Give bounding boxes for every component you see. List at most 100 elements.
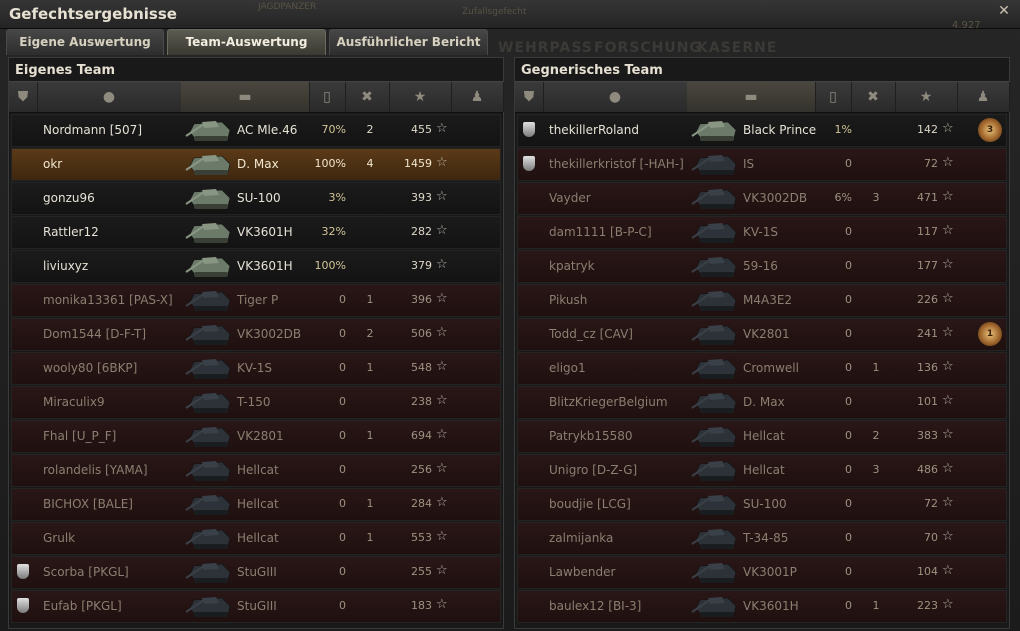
player-row[interactable]: gonzu96 SU-100 3% 393 ☆: [11, 182, 501, 215]
player-row[interactable]: thekillerRoland Black Prince 1% 142 ☆ 3: [517, 114, 1007, 147]
player-row[interactable]: BICHOX [BALE] Hellcat 0 1 284 ☆: [11, 488, 501, 521]
player-name[interactable]: Dom1544 [D-F-T]: [43, 327, 146, 341]
player-name[interactable]: BlitzKriegerBelgium: [549, 395, 668, 409]
player-name[interactable]: baulex12 [BI-3]: [549, 599, 641, 613]
player-row[interactable]: wooly80 [6BKP] KV-1S 0 1 548 ☆: [11, 352, 501, 385]
player-column-header[interactable]: ●player-icon: [37, 82, 182, 112]
damage-value: 0: [339, 327, 346, 340]
xp-star-icon: ☆: [436, 257, 448, 272]
player-row[interactable]: Fhal [U_P_F] VK2801 0 1 694 ☆: [11, 420, 501, 453]
tab-ausfuehrlicher-bericht[interactable]: Ausführlicher Bericht: [329, 29, 488, 55]
tab-team-auswertung[interactable]: Team-Auswertung: [167, 29, 326, 55]
player-row[interactable]: eligo1 Cromwell 0 1 136 ☆: [517, 352, 1007, 385]
player-row[interactable]: Patrykb15580 Hellcat 0 2 383 ☆: [517, 420, 1007, 453]
xp-value: 223: [917, 599, 938, 612]
player-name[interactable]: Pikush: [549, 293, 587, 307]
close-icon[interactable]: ✕: [998, 3, 1010, 19]
player-name[interactable]: thekillerRoland: [549, 123, 639, 137]
xp-value: 256: [411, 463, 432, 476]
xp-column-header[interactable]: ★xp-icon: [895, 82, 958, 112]
player-row[interactable]: Pikush M4A3E2 0 226 ☆: [517, 284, 1007, 317]
background-nav-wehrpass: WEHRPASS: [498, 40, 593, 56]
player-row[interactable]: Vayder VK3002DB 6% 3 471 ☆: [517, 182, 1007, 215]
player-name[interactable]: Grulk: [43, 531, 75, 545]
medal-column-header[interactable]: ♟medal-icon: [957, 82, 1010, 112]
kills-column-header[interactable]: ✖kills-icon: [345, 82, 390, 112]
damage-value: 0: [845, 395, 852, 408]
close-button[interactable]: ✕: [996, 3, 1012, 19]
tank-name: StuGIII: [237, 565, 277, 579]
battle-results-window: Gefechtsergebnisse JAGDPANZER Zufallsgef…: [0, 0, 1020, 631]
player-row[interactable]: Todd_cz [CAV] VK2801 0 241 ☆ 1: [517, 318, 1007, 351]
player-name[interactable]: BICHOX [BALE]: [43, 497, 133, 511]
player-row[interactable]: Lawbender VK3001P 0 104 ☆: [517, 556, 1007, 589]
player-name[interactable]: Unigro [D-Z-G]: [549, 463, 637, 477]
player-row[interactable]: Rattler12 VK3601H 32% 282 ☆: [11, 216, 501, 249]
medal-icon[interactable]: 3: [978, 118, 1002, 142]
kills-column-header[interactable]: ✖kills-icon: [851, 82, 896, 112]
player-row[interactable]: Nordmann [507] AC Mle.46 70% 2 455 ☆: [11, 114, 501, 147]
player-name[interactable]: Lawbender: [549, 565, 615, 579]
player-row[interactable]: baulex12 [BI-3] VK3601H 0 1 223 ☆: [517, 590, 1007, 623]
tank-name: VK3601H: [237, 225, 293, 239]
tank-icon-glyph: ▬: [744, 89, 758, 105]
player-name[interactable]: zalmijanka: [549, 531, 613, 545]
player-name[interactable]: Miraculix9: [43, 395, 105, 409]
player-name[interactable]: okr: [43, 157, 62, 171]
player-name[interactable]: Vayder: [549, 191, 591, 205]
player-row[interactable]: Grulk Hellcat 0 1 553 ☆: [11, 522, 501, 555]
xp-value: 1459: [404, 157, 432, 170]
player-column-header[interactable]: ●player-icon: [543, 82, 688, 112]
damage-column-header[interactable]: ▯damage-icon: [309, 82, 346, 112]
player-row[interactable]: kpatryk 59-16 0 177 ☆: [517, 250, 1007, 283]
player-name[interactable]: Scorba [PKGL]: [43, 565, 129, 579]
player-row[interactable]: liviuxyz VK3601H 100% 379 ☆: [11, 250, 501, 283]
player-name[interactable]: gonzu96: [43, 191, 95, 205]
medal-icon[interactable]: 1: [978, 322, 1002, 346]
player-row[interactable]: rolandelis [YAMA] Hellcat 0 256 ☆: [11, 454, 501, 487]
player-row[interactable]: dam1111 [B-P-C] KV-1S 0 117 ☆: [517, 216, 1007, 249]
player-name[interactable]: Todd_cz [CAV]: [549, 327, 633, 341]
player-name[interactable]: eligo1: [549, 361, 586, 375]
player-name[interactable]: wooly80 [6BKP]: [43, 361, 137, 375]
player-name[interactable]: boudjie [LCG]: [549, 497, 631, 511]
player-name[interactable]: Rattler12: [43, 225, 99, 239]
tank-name: VK3601H: [237, 259, 293, 273]
tank-column-header[interactable]: ▬tank-icon: [181, 82, 310, 112]
player-name[interactable]: rolandelis [YAMA]: [43, 463, 148, 477]
damage-column-header[interactable]: ▯damage-icon: [815, 82, 852, 112]
tab-eigene-auswertung[interactable]: Eigene Auswertung: [6, 29, 164, 55]
player-row[interactable]: okr D. Max 100% 4 1459 ☆: [11, 148, 501, 181]
player-name[interactable]: liviuxyz: [43, 259, 88, 273]
tank-name: SU-100: [743, 497, 787, 511]
xp-star-icon: ☆: [436, 427, 448, 442]
player-name[interactable]: dam1111 [B-P-C]: [549, 225, 652, 239]
player-name[interactable]: Patrykb15580: [549, 429, 633, 443]
damage-value: 0: [339, 565, 346, 578]
player-name[interactable]: Nordmann [507]: [43, 123, 142, 137]
player-row[interactable]: BlitzKriegerBelgium D. Max 0 101 ☆: [517, 386, 1007, 419]
player-row[interactable]: Eufab [PKGL] StuGIII 0 183 ☆: [11, 590, 501, 623]
player-row[interactable]: Miraculix9 T-150 0 238 ☆: [11, 386, 501, 419]
medal-column-header[interactable]: ♟medal-icon: [451, 82, 504, 112]
player-name[interactable]: monika13361 [PAS-X]: [43, 293, 173, 307]
player-name[interactable]: Eufab [PKGL]: [43, 599, 122, 613]
player-row[interactable]: zalmijanka T-34-85 0 70 ☆: [517, 522, 1007, 555]
player-row[interactable]: Scorba [PKGL] StuGIII 0 255 ☆: [11, 556, 501, 589]
tank-column-header[interactable]: ▬tank-icon: [687, 82, 816, 112]
player-name[interactable]: thekillerkristof [-HAH-]: [549, 157, 684, 171]
xp-star-icon: ☆: [942, 495, 954, 510]
kills-value: 4: [366, 157, 374, 170]
player-name[interactable]: kpatryk: [549, 259, 595, 273]
player-row[interactable]: Dom1544 [D-F-T] VK3002DB 0 2 506 ☆: [11, 318, 501, 351]
player-row[interactable]: thekillerkristof [-HAH-] IS 0 72 ☆: [517, 148, 1007, 181]
badge-icon-glyph: ⛊: [523, 89, 535, 105]
player-row[interactable]: boudjie [LCG] SU-100 0 72 ☆: [517, 488, 1007, 521]
player-row[interactable]: Unigro [D-Z-G] Hellcat 0 3 486 ☆: [517, 454, 1007, 487]
badge-column-header[interactable]: ⛊badge-icon: [9, 82, 38, 112]
player-name[interactable]: Fhal [U_P_F]: [43, 429, 116, 443]
tank-icon-glyph: ▬: [238, 89, 252, 105]
player-row[interactable]: monika13361 [PAS-X] Tiger P 0 1 396 ☆: [11, 284, 501, 317]
xp-column-header[interactable]: ★xp-icon: [389, 82, 452, 112]
badge-column-header[interactable]: ⛊badge-icon: [515, 82, 544, 112]
